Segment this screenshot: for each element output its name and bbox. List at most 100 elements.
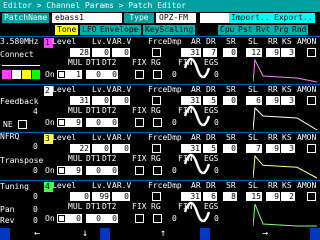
rg-checkbox[interactable] (153, 214, 162, 223)
operator-dt1-field[interactable]: 0 (86, 214, 102, 223)
waveform-icon[interactable] (184, 200, 210, 224)
fin-value[interactable]: 0 (172, 71, 177, 79)
operator-ks-field[interactable]: 3 (281, 144, 295, 153)
amon-checkbox[interactable] (307, 96, 316, 105)
fin-value[interactable]: 0 (172, 215, 177, 223)
tab-pst[interactable]: Pst (236, 25, 255, 35)
egs-value[interactable]: 0 (214, 167, 219, 175)
import-button[interactable]: Import.. (229, 13, 272, 23)
egs-value[interactable]: 0 (214, 71, 219, 79)
ne-checkbox[interactable] (18, 120, 27, 129)
fix-checkbox[interactable] (135, 166, 144, 175)
operator-dt2-field[interactable]: 0 (102, 166, 118, 175)
fix-checkbox[interactable] (135, 214, 144, 223)
operator-arv-field[interactable]: 0 (112, 144, 130, 153)
operator-lvv-field[interactable]: 0 (92, 144, 110, 153)
operator-lvv-field[interactable]: 0 (92, 48, 110, 57)
algorithm-diagram[interactable] (2, 60, 40, 84)
fin-value[interactable]: 0 (172, 119, 177, 127)
up-arrow-button[interactable]: ↑ (156, 229, 170, 239)
operator-ks-field[interactable]: 3 (281, 96, 295, 105)
rg-checkbox[interactable] (153, 70, 162, 79)
amon-checkbox[interactable] (307, 192, 316, 201)
operator-on-checkbox[interactable] (57, 214, 66, 223)
breadcrumb[interactable]: Editor > Channel Params > Patch Editor (3, 2, 186, 10)
operator-dt1-field[interactable]: 0 (86, 166, 102, 175)
feedback-value[interactable]: 4 (33, 108, 38, 116)
operator-sr-field[interactable]: 8 (223, 192, 237, 201)
operator-lvv-field[interactable]: 99 (92, 192, 110, 201)
fix-checkbox[interactable] (135, 118, 144, 127)
tab-keyscaling[interactable]: KeyScaling (143, 25, 196, 35)
operator-rr-field[interactable]: 9 (266, 96, 280, 105)
operator-subheader: MUL (68, 106, 83, 115)
operator-arv-field[interactable]: 0 (112, 96, 130, 105)
type-field[interactable]: OPZ-FM (156, 13, 196, 23)
operator-mul-field[interactable]: 0 (66, 214, 82, 223)
waveform-icon[interactable] (184, 104, 210, 128)
egs-value[interactable]: 0 (214, 119, 219, 127)
operator-dt2-field[interactable]: 0 (102, 214, 118, 223)
operator-ks-field[interactable]: 3 (281, 48, 295, 57)
down-arrow-button[interactable]: ↓ (78, 229, 92, 239)
amon-checkbox[interactable] (307, 144, 316, 153)
fin-value[interactable]: 0 (172, 167, 177, 175)
operator-on-checkbox[interactable] (57, 118, 66, 127)
left-arrow-button[interactable]: ← (30, 229, 44, 239)
export-button[interactable]: Export.. (272, 13, 315, 23)
amon-checkbox[interactable] (307, 48, 316, 57)
operator-sl-field[interactable]: 12 (246, 48, 262, 57)
rg-checkbox[interactable] (153, 118, 162, 127)
fix-checkbox[interactable] (135, 70, 144, 79)
operator-arv-field[interactable]: 0 (112, 48, 130, 57)
operator-arv-field[interactable]: 0 (112, 192, 130, 201)
egs-value[interactable]: 0 (214, 215, 219, 223)
operator-sl-field[interactable]: 15 (246, 192, 262, 201)
operator-sr-field[interactable]: 0 (223, 48, 237, 57)
force-damp-checkbox[interactable] (152, 144, 161, 153)
force-damp-checkbox[interactable] (152, 96, 161, 105)
operator-level-field[interactable]: 31 (70, 96, 90, 105)
tab-envelope[interactable]: Envelope (98, 25, 141, 35)
operator-mul-field[interactable]: 9 (66, 118, 82, 127)
operator-dt1-field[interactable]: 0 (86, 118, 102, 127)
pan-value[interactable]: 0 (33, 206, 38, 214)
force-damp-checkbox[interactable] (152, 192, 161, 201)
operator-rr-field[interactable]: 9 (266, 192, 280, 201)
operator-dt2-field[interactable]: 0 (102, 118, 118, 127)
waveform-icon[interactable] (184, 152, 210, 176)
operator-on-checkbox[interactable] (57, 166, 66, 175)
operator-sl-field[interactable]: 7 (246, 144, 262, 153)
operator-level-field[interactable]: 22 (70, 144, 90, 153)
operator-rr-field[interactable]: 9 (266, 48, 280, 57)
operator-lvv-field[interactable]: 0 (92, 96, 110, 105)
tab-lfo[interactable]: LFO (80, 25, 99, 35)
operator-level-field[interactable]: 0 (70, 192, 90, 201)
operator-sr-field[interactable]: 0 (223, 96, 237, 105)
operator-dt1-field[interactable]: 0 (86, 70, 102, 79)
tuning-value[interactable]: 0 (33, 193, 38, 201)
operator-level-field[interactable]: 28 (70, 48, 90, 57)
operator-header: DR (206, 85, 216, 94)
operator-sr-field[interactable]: 0 (223, 144, 237, 153)
tab-rnd[interactable]: Rnd (290, 25, 309, 35)
patch-name-field[interactable]: ebass1 (52, 13, 122, 23)
waveform-icon[interactable] (184, 56, 210, 80)
operator-mul-field[interactable]: 9 (66, 166, 82, 175)
tab-rvt[interactable]: Rvt (254, 25, 273, 35)
force-damp-checkbox[interactable] (152, 48, 161, 57)
tab-tone[interactable]: Tone (55, 25, 79, 35)
operator-dt2-field[interactable]: 0 (102, 70, 118, 79)
operator-rr-field[interactable]: 9 (266, 144, 280, 153)
rev-value[interactable]: 0 (33, 217, 38, 225)
tab-prg[interactable]: Prg (272, 25, 291, 35)
transpose-value[interactable]: 0 (33, 167, 38, 175)
operator-sl-field[interactable]: 6 (246, 96, 262, 105)
operator-ks-field[interactable]: 2 (281, 192, 295, 201)
tab-cpu[interactable]: Cpu (218, 25, 237, 35)
nfrq-value[interactable]: 0 (33, 143, 38, 151)
rg-checkbox[interactable] (153, 166, 162, 175)
right-arrow-button[interactable]: → (258, 229, 272, 239)
operator-on-checkbox[interactable] (57, 70, 66, 79)
operator-mul-field[interactable]: 1 (66, 70, 82, 79)
